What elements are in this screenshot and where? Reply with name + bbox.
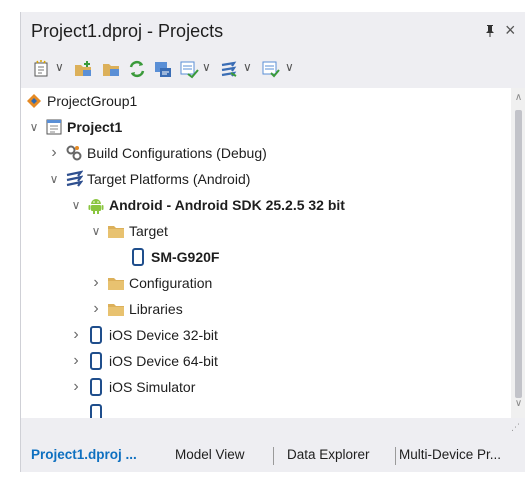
- chevron-right-icon[interactable]: ›: [89, 296, 103, 322]
- tree-item-project-group[interactable]: ProjectGroup1: [21, 88, 511, 114]
- folder-icon: [107, 274, 125, 292]
- tree-item-label: ProjectGroup1: [47, 93, 138, 109]
- device-icon: [87, 378, 105, 396]
- tree-item-ios-simulator[interactable]: › iOS Simulator: [21, 374, 511, 400]
- bottom-tab-strip: Project1.dproj ... Model View Data Explo…: [21, 438, 525, 472]
- target-platforms-icon: [65, 170, 83, 188]
- folder-icon: [107, 222, 125, 240]
- scroll-up-icon[interactable]: ∧: [511, 92, 525, 103]
- tree-item-configuration-folder[interactable]: › Configuration: [21, 270, 511, 296]
- scrollbar-thumb[interactable]: [515, 110, 522, 398]
- build-configurations-icon[interactable]: [219, 59, 239, 79]
- tree-item-project[interactable]: ∨ Project1: [21, 114, 511, 140]
- device-icon: [87, 404, 105, 418]
- tab-multi-device-preview[interactable]: Multi-Device Pr...: [399, 438, 501, 472]
- new-item-icon[interactable]: [31, 59, 51, 79]
- tree-item-android-platform[interactable]: ∨ Android - Android SDK 25.2.5 32 bit: [21, 192, 511, 218]
- projects-toolbar: ∨ ∨ ∨ ∨: [21, 54, 525, 84]
- tree-item-label: Android - Android SDK 25.2.5 32 bit: [109, 197, 345, 213]
- tree-item-target-device[interactable]: SM-G920F: [21, 244, 511, 270]
- chevron-right-icon[interactable]: ›: [89, 270, 103, 296]
- chevron-right-icon[interactable]: ›: [69, 322, 83, 348]
- build-configurations-dropdown-icon[interactable]: ∨: [243, 60, 252, 74]
- tree-item-label: SM-G920F: [151, 249, 220, 265]
- build-configurations-icon: [65, 144, 83, 162]
- tree-item-target-platforms[interactable]: ∨ Target Platforms (Android): [21, 166, 511, 192]
- close-icon[interactable]: ×: [505, 20, 516, 41]
- panel-title-bar: Project1.dproj - Projects ×: [21, 12, 525, 52]
- device-icon: [87, 326, 105, 344]
- tab-separator: [273, 447, 274, 465]
- projects-panel: Project1.dproj - Projects × ∨ ∨ ∨ ∨ Proj…: [20, 12, 525, 472]
- tree-item-target-folder[interactable]: ∨ Target: [21, 218, 511, 244]
- chevron-down-icon[interactable]: ∨: [89, 218, 103, 244]
- project-icon: [45, 118, 63, 136]
- chevron-right-icon[interactable]: ›: [47, 140, 61, 166]
- tree-item-build-configurations[interactable]: › Build Configurations (Debug): [21, 140, 511, 166]
- tree-item-partial[interactable]: [21, 400, 511, 418]
- android-icon: [87, 196, 105, 214]
- tree-item-label: Target Platforms (Android): [87, 171, 251, 187]
- chevron-right-icon[interactable]: ›: [69, 374, 83, 400]
- tab-separator: [395, 447, 396, 465]
- tree-scrollbar[interactable]: ∧ ∨: [511, 88, 525, 418]
- tree-item-ios-device-64[interactable]: › iOS Device 64-bit: [21, 348, 511, 374]
- tree-item-label: Project1: [67, 119, 123, 135]
- chevron-down-icon[interactable]: ∨: [27, 114, 41, 140]
- tab-data-explorer[interactable]: Data Explorer: [287, 438, 370, 472]
- tree-item-label: iOS Device 32-bit: [109, 327, 218, 343]
- chevron-right-icon[interactable]: ›: [69, 348, 83, 374]
- new-item-dropdown-icon[interactable]: ∨: [55, 60, 64, 74]
- add-new-project-icon[interactable]: [73, 59, 93, 79]
- deploy-icon[interactable]: [261, 59, 281, 79]
- chevron-down-icon[interactable]: ∨: [47, 166, 61, 192]
- tree-item-label: iOS Device 64-bit: [109, 353, 218, 369]
- device-icon: [129, 248, 147, 266]
- tab-projects[interactable]: Project1.dproj ...: [31, 438, 137, 472]
- folder-icon: [107, 300, 125, 318]
- tree-item-label: iOS Simulator: [109, 379, 196, 395]
- tree-item-ios-device-32[interactable]: › iOS Device 32-bit: [21, 322, 511, 348]
- tab-model-view[interactable]: Model View: [175, 438, 245, 472]
- project-tree: ProjectGroup1 ∨ Project1 › Build Configu…: [21, 88, 511, 418]
- scroll-down-icon[interactable]: ∨: [511, 398, 525, 409]
- resize-grip-icon[interactable]: ⋰: [511, 422, 520, 433]
- compile-icon[interactable]: [179, 59, 199, 79]
- add-existing-project-icon[interactable]: [101, 59, 121, 79]
- build-all-icon[interactable]: [153, 59, 173, 79]
- pin-icon[interactable]: [484, 24, 496, 41]
- device-icon: [87, 352, 105, 370]
- sync-icon[interactable]: [127, 59, 147, 79]
- tree-item-label: Target: [129, 223, 168, 239]
- deploy-dropdown-icon[interactable]: ∨: [285, 60, 294, 74]
- panel-title: Project1.dproj - Projects: [31, 21, 224, 41]
- project-group-icon: [25, 92, 43, 110]
- compile-dropdown-icon[interactable]: ∨: [202, 60, 211, 74]
- tree-item-libraries-folder[interactable]: › Libraries: [21, 296, 511, 322]
- chevron-down-icon[interactable]: ∨: [69, 192, 83, 218]
- tree-item-label: Libraries: [129, 301, 183, 317]
- tree-item-label: Build Configurations (Debug): [87, 145, 267, 161]
- tree-item-label: Configuration: [129, 275, 213, 291]
